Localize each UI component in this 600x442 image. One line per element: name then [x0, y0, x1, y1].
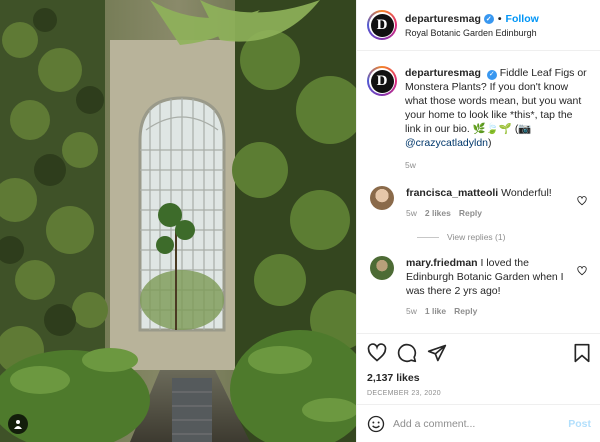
caption-avatar[interactable]: D [367, 66, 397, 96]
share-icon[interactable] [427, 343, 447, 363]
location-link[interactable]: Royal Botanic Garden Edinburgh [405, 28, 539, 38]
heart-icon[interactable] [367, 343, 387, 363]
action-bar: 2,137 likes DECEMBER 23, 2020 [357, 333, 600, 397]
comment-item: francisca_matteoli Wonderful! 5w 2 likes… [367, 186, 591, 220]
post-comment-button[interactable]: Post [568, 418, 591, 430]
caption: D departuresmag ✓ Fiddle Leaf Figs or Mo… [367, 66, 591, 172]
commenter-avatar[interactable] [370, 256, 394, 280]
post-photo[interactable] [0, 0, 356, 442]
mention-link[interactable]: @crazycatladyldn [405, 137, 488, 149]
comment-icon[interactable] [397, 343, 417, 363]
caption-username[interactable]: departuresmag [405, 67, 481, 79]
comment-username[interactable]: mary.friedman [406, 257, 478, 269]
bookmark-icon[interactable] [573, 343, 591, 363]
post-date[interactable]: DECEMBER 23, 2020 [367, 390, 591, 397]
comment-likes[interactable]: 1 like [425, 304, 446, 318]
comments-section[interactable]: D departuresmag ✓ Fiddle Leaf Figs or Mo… [357, 52, 600, 332]
comment-time[interactable]: 5w [406, 206, 417, 220]
user-tag-icon[interactable] [8, 414, 28, 434]
divider-line [417, 236, 439, 238]
add-comment-bar: Post [357, 404, 600, 442]
comment-text: Wonderful! [501, 187, 552, 199]
comment-input[interactable] [393, 417, 569, 430]
view-replies-button[interactable]: View replies (1) [417, 232, 591, 242]
comment-likes[interactable]: 2 likes [425, 206, 451, 220]
comment-username[interactable]: francisca_matteoli [406, 187, 498, 199]
heart-icon[interactable] [577, 196, 587, 206]
caption-time[interactable]: 5w [405, 158, 591, 172]
reply-button[interactable]: Reply [459, 206, 482, 220]
comment-time[interactable]: 5w [406, 304, 417, 318]
heart-icon[interactable] [577, 266, 587, 276]
comment-item: mary.friedman I loved the Edinburgh Bota… [367, 256, 591, 318]
view-replies-label: View replies (1) [447, 232, 506, 242]
verified-badge-icon: ✓ [483, 13, 494, 24]
separator-dot: • [497, 12, 502, 25]
likes-count[interactable]: 2,137 likes [367, 372, 591, 384]
verified-badge-icon: ✓ [486, 70, 497, 80]
post-side-panel: D departuresmag ✓ • Follow Royal Botanic… [356, 0, 600, 442]
emoji-icon[interactable] [367, 415, 385, 433]
caption-closing: ) [488, 137, 492, 149]
commenter-avatar[interactable] [370, 186, 394, 210]
author-username[interactable]: departuresmag [405, 13, 481, 25]
post-header: D departuresmag ✓ • Follow Royal Botanic… [357, 0, 600, 51]
author-avatar[interactable]: D [367, 10, 397, 40]
reply-button[interactable]: Reply [454, 304, 477, 318]
greenhouse-image [0, 0, 356, 442]
follow-button[interactable]: Follow [506, 13, 539, 25]
